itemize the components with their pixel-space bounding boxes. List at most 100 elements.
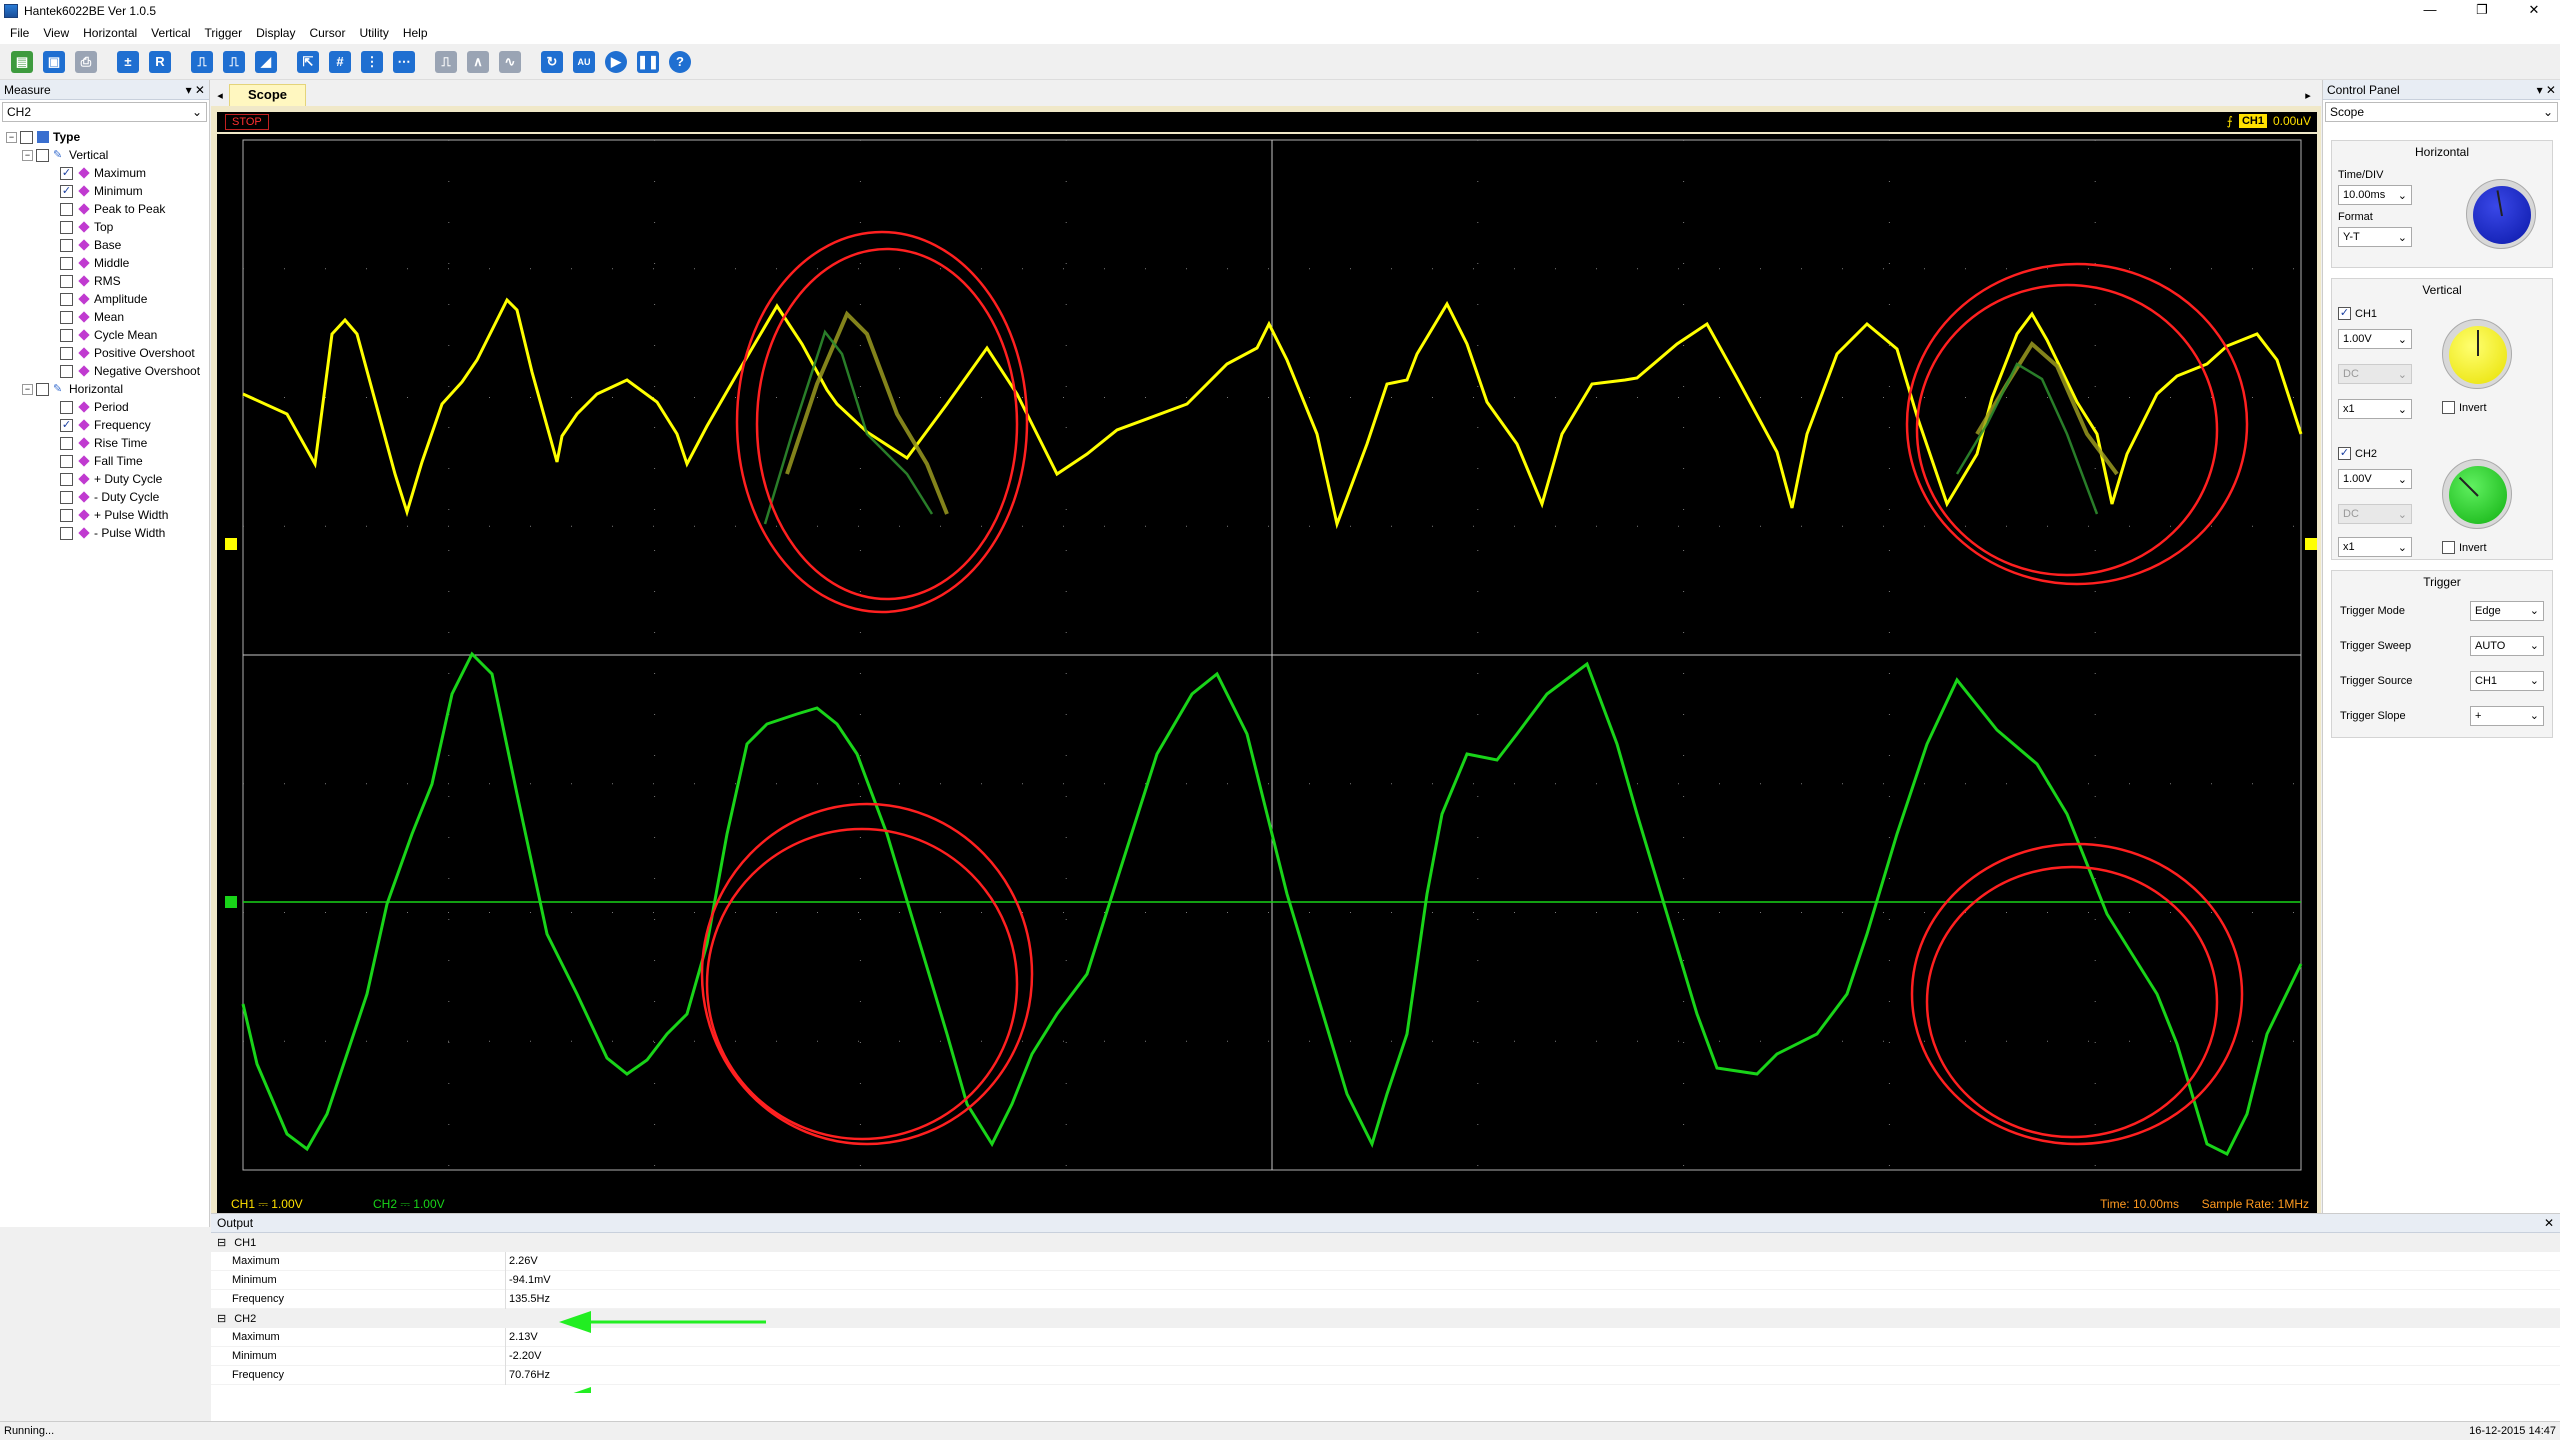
tree-item[interactable]: Base: [6, 236, 209, 254]
tree-item-checkbox[interactable]: [60, 328, 73, 342]
tree-item-checkbox[interactable]: ✓: [60, 166, 73, 180]
menu-view[interactable]: View: [43, 26, 69, 40]
grid-button[interactable]: #: [326, 48, 354, 76]
tab-scope[interactable]: Scope: [229, 84, 307, 106]
ch2-enable[interactable]: ✓ CH2: [2338, 447, 2377, 460]
vertical-cursor-button[interactable]: ⋮: [358, 48, 386, 76]
tree-item[interactable]: Negative Overshoot: [6, 362, 209, 380]
tree-item-checkbox[interactable]: [60, 202, 73, 216]
tree-item-checkbox[interactable]: [60, 490, 73, 504]
tree-item-checkbox[interactable]: [60, 508, 73, 522]
rising-edge-button[interactable]: ⎍: [188, 48, 216, 76]
collapse-icon[interactable]: −: [22, 149, 33, 161]
waveform-canvas[interactable]: [217, 134, 2317, 1196]
tree-item-checkbox[interactable]: [60, 436, 73, 450]
tree-horizontal[interactable]: − ✎ Horizontal: [6, 380, 209, 398]
tree-item[interactable]: ✓ Frequency: [6, 416, 209, 434]
ch1-probe-select[interactable]: x1 ⌄: [2338, 399, 2412, 419]
ch2-probe-select[interactable]: x1 ⌄: [2338, 537, 2412, 557]
ch1-invert-checkbox[interactable]: [2442, 401, 2455, 414]
trigger-slope-select[interactable]: + ⌄: [2470, 705, 2544, 726]
tree-item[interactable]: Cycle Mean: [6, 326, 209, 344]
tree-item-checkbox[interactable]: [60, 400, 73, 414]
math-button[interactable]: ±: [114, 48, 142, 76]
output-close-icon[interactable]: ✕: [2544, 1216, 2554, 1230]
tree-item[interactable]: RMS: [6, 272, 209, 290]
tree-item-checkbox[interactable]: [60, 220, 73, 234]
autoset-button[interactable]: AU: [570, 48, 598, 76]
scope-display[interactable]: [217, 134, 2317, 1196]
tree-item-checkbox[interactable]: ✓: [60, 418, 73, 432]
tree-item[interactable]: Peak to Peak: [6, 200, 209, 218]
tree-item[interactable]: ✓ Maximum: [6, 164, 209, 182]
reference-button[interactable]: R: [146, 48, 174, 76]
tab-scroll-right-icon[interactable]: ▸: [2299, 86, 2317, 106]
tree-item[interactable]: - Pulse Width: [6, 524, 209, 542]
menu-vertical[interactable]: Vertical: [151, 26, 190, 40]
control-mode-select[interactable]: Scope ⌄: [2325, 102, 2558, 122]
tree-item-checkbox[interactable]: [60, 292, 73, 306]
menu-cursor[interactable]: Cursor: [309, 26, 345, 40]
print-button[interactable]: ⎙: [72, 48, 100, 76]
ch1-volt-knob[interactable]: [2442, 319, 2512, 389]
tree-vertical[interactable]: − ✎ Vertical: [6, 146, 209, 164]
tree-item-checkbox[interactable]: [60, 526, 73, 540]
ch1-enable[interactable]: ✓ CH1: [2338, 307, 2377, 320]
run-button[interactable]: ▶: [602, 48, 630, 76]
tree-item[interactable]: Middle: [6, 254, 209, 272]
tree-item[interactable]: Top: [6, 218, 209, 236]
menu-display[interactable]: Display: [256, 26, 295, 40]
refresh-button[interactable]: ↻: [538, 48, 566, 76]
tree-item-checkbox[interactable]: ✓: [60, 184, 73, 198]
menu-help[interactable]: Help: [403, 26, 428, 40]
tab-scroll-left-icon[interactable]: ◂: [211, 86, 229, 106]
tree-item[interactable]: + Pulse Width: [6, 506, 209, 524]
measure-panel-pin-close[interactable]: ▾ ✕: [186, 83, 205, 97]
timebase-knob[interactable]: [2466, 179, 2536, 249]
minimize-button[interactable]: —: [2404, 0, 2456, 22]
tree-item[interactable]: Rise Time: [6, 434, 209, 452]
tree-item-checkbox[interactable]: [60, 472, 73, 486]
cursor-select-button[interactable]: ⇱: [294, 48, 322, 76]
ch1-invert[interactable]: Invert: [2442, 401, 2487, 414]
ch2-invert[interactable]: Invert: [2442, 541, 2487, 554]
horizontal-cursor-button[interactable]: ⋯: [390, 48, 418, 76]
save-button[interactable]: ▣: [40, 48, 68, 76]
tree-item[interactable]: Amplitude: [6, 290, 209, 308]
tree-item[interactable]: Mean: [6, 308, 209, 326]
tree-item[interactable]: - Duty Cycle: [6, 488, 209, 506]
ch1-checkbox[interactable]: ✓: [2338, 307, 2351, 320]
ch2-checkbox[interactable]: ✓: [2338, 447, 2351, 460]
tree-item[interactable]: + Duty Cycle: [6, 470, 209, 488]
tree-item[interactable]: Fall Time: [6, 452, 209, 470]
sine-wave-button[interactable]: ∿: [496, 48, 524, 76]
trigger-mode-select[interactable]: Edge ⌄: [2470, 600, 2544, 621]
collapse-icon[interactable]: −: [6, 131, 17, 143]
pause-button[interactable]: ❚❚: [634, 48, 662, 76]
tree-item-checkbox[interactable]: [60, 364, 73, 378]
tree-root[interactable]: − Type: [6, 128, 209, 146]
tree-item[interactable]: Positive Overshoot: [6, 344, 209, 362]
timediv-select[interactable]: 10.00ms ⌄: [2338, 185, 2412, 205]
tree-item[interactable]: Period: [6, 398, 209, 416]
tree-item-checkbox[interactable]: [60, 346, 73, 360]
collapse-icon[interactable]: ⊟: [217, 1236, 226, 1249]
tree-item[interactable]: ✓ Minimum: [6, 182, 209, 200]
maximize-button[interactable]: ❐: [2456, 0, 2508, 22]
tree-item-checkbox[interactable]: [60, 454, 73, 468]
slope-button[interactable]: ◢: [252, 48, 280, 76]
collapse-icon[interactable]: ⊟: [217, 1312, 226, 1325]
measure-channel-select[interactable]: CH2 ⌄: [2, 102, 207, 122]
menu-utility[interactable]: Utility: [359, 26, 388, 40]
ch2-scale-label[interactable]: CH2 ⎓ 1.00V: [367, 1197, 451, 1212]
control-panel-pin-close[interactable]: ▾ ✕: [2537, 83, 2556, 97]
menu-horizontal[interactable]: Horizontal: [83, 26, 137, 40]
trigger-source-select[interactable]: CH1 ⌄: [2470, 670, 2544, 691]
format-select[interactable]: Y-T ⌄: [2338, 227, 2412, 247]
triangle-wave-button[interactable]: ∧: [464, 48, 492, 76]
close-button[interactable]: ✕: [2508, 0, 2560, 22]
open-button[interactable]: ▤: [8, 48, 36, 76]
tree-horizontal-checkbox[interactable]: [36, 382, 49, 396]
ch2-volt-knob[interactable]: [2442, 459, 2512, 529]
help-button[interactable]: ?: [666, 48, 694, 76]
